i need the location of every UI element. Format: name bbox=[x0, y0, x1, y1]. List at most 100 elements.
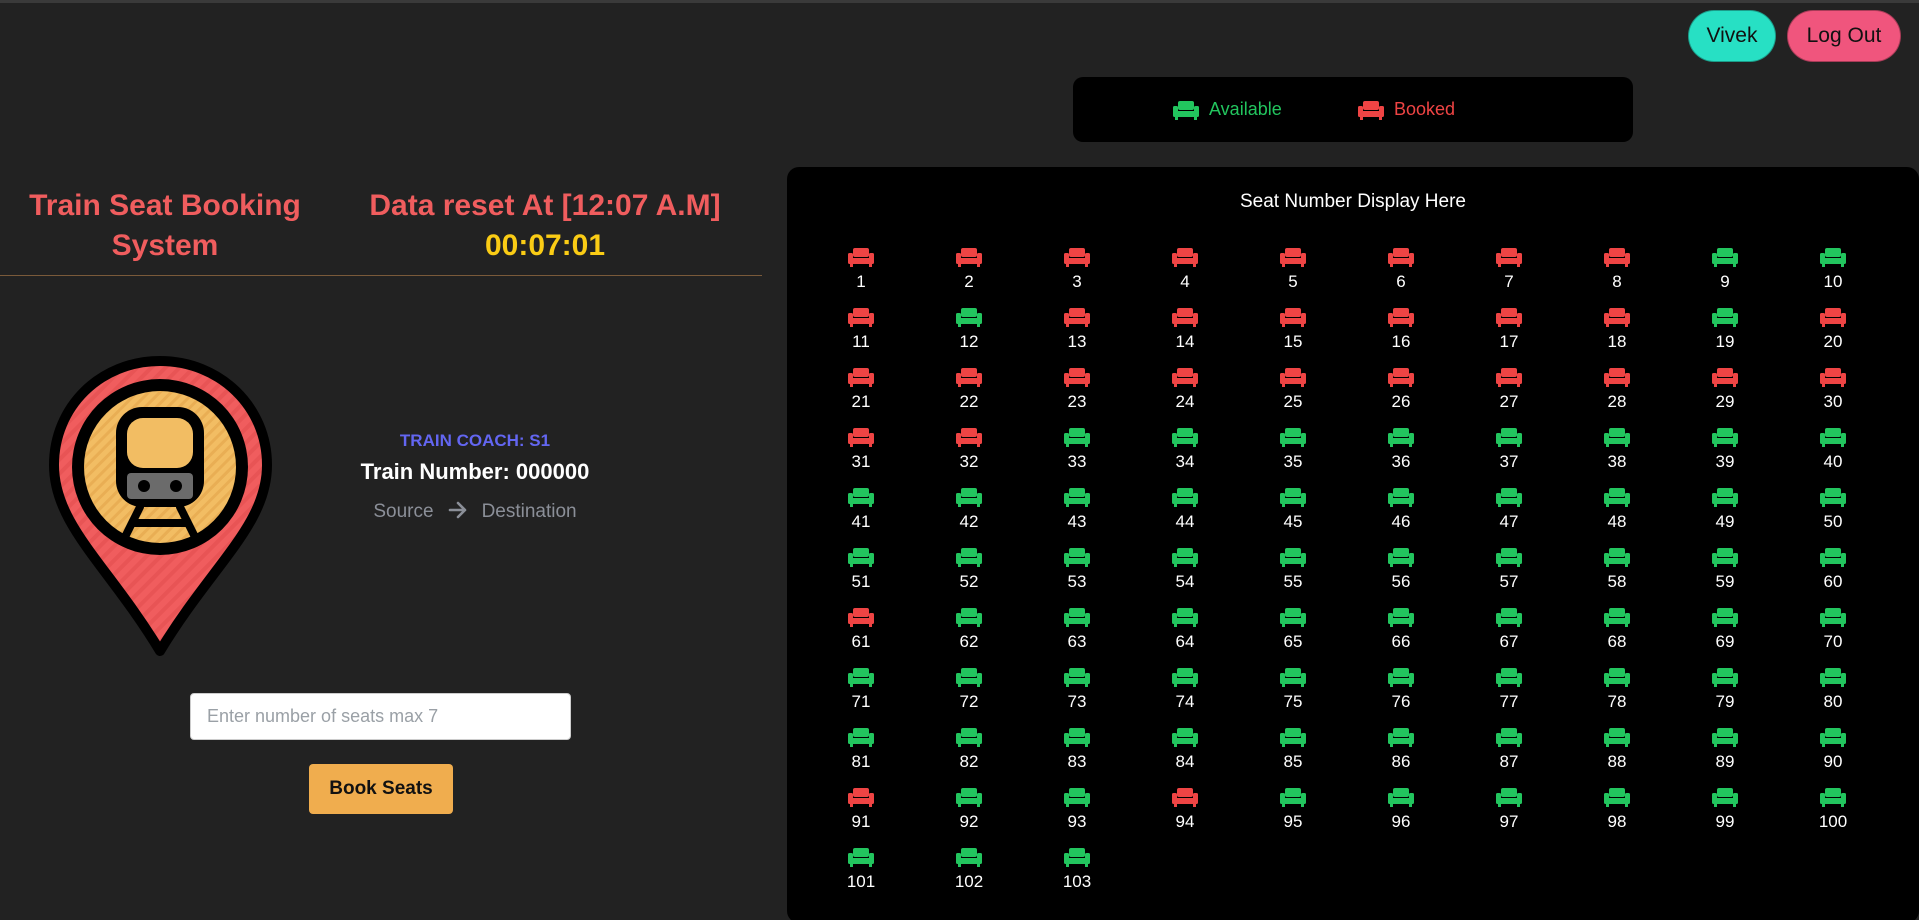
seat-90[interactable]: 90 bbox=[1779, 727, 1887, 787]
seat-21[interactable]: 21 bbox=[807, 367, 915, 427]
seat-2[interactable]: 2 bbox=[915, 247, 1023, 307]
seat-44[interactable]: 44 bbox=[1131, 487, 1239, 547]
seat-91[interactable]: 91 bbox=[807, 787, 915, 847]
seat-69[interactable]: 69 bbox=[1671, 607, 1779, 667]
seat-76[interactable]: 76 bbox=[1347, 667, 1455, 727]
seat-92[interactable]: 92 bbox=[915, 787, 1023, 847]
seat-70[interactable]: 70 bbox=[1779, 607, 1887, 667]
logout-button[interactable]: Log Out bbox=[1787, 10, 1901, 62]
seat-32[interactable]: 32 bbox=[915, 427, 1023, 487]
seat-13[interactable]: 13 bbox=[1023, 307, 1131, 367]
seat-101[interactable]: 101 bbox=[807, 847, 915, 907]
seat-85[interactable]: 85 bbox=[1239, 727, 1347, 787]
seat-52[interactable]: 52 bbox=[915, 547, 1023, 607]
seat-18[interactable]: 18 bbox=[1563, 307, 1671, 367]
seat-43[interactable]: 43 bbox=[1023, 487, 1131, 547]
seat-6[interactable]: 6 bbox=[1347, 247, 1455, 307]
seat-37[interactable]: 37 bbox=[1455, 427, 1563, 487]
seat-81[interactable]: 81 bbox=[807, 727, 915, 787]
seat-72[interactable]: 72 bbox=[915, 667, 1023, 727]
seat-14[interactable]: 14 bbox=[1131, 307, 1239, 367]
seat-40[interactable]: 40 bbox=[1779, 427, 1887, 487]
seat-98[interactable]: 98 bbox=[1563, 787, 1671, 847]
seat-15[interactable]: 15 bbox=[1239, 307, 1347, 367]
seat-65[interactable]: 65 bbox=[1239, 607, 1347, 667]
seat-24[interactable]: 24 bbox=[1131, 367, 1239, 427]
book-seats-button[interactable]: Book Seats bbox=[309, 764, 453, 814]
seat-63[interactable]: 63 bbox=[1023, 607, 1131, 667]
seat-54[interactable]: 54 bbox=[1131, 547, 1239, 607]
seat-48[interactable]: 48 bbox=[1563, 487, 1671, 547]
seat-25[interactable]: 25 bbox=[1239, 367, 1347, 427]
seat-51[interactable]: 51 bbox=[807, 547, 915, 607]
seat-count-input[interactable] bbox=[190, 693, 571, 740]
seat-49[interactable]: 49 bbox=[1671, 487, 1779, 547]
seat-33[interactable]: 33 bbox=[1023, 427, 1131, 487]
seat-50[interactable]: 50 bbox=[1779, 487, 1887, 547]
seat-66[interactable]: 66 bbox=[1347, 607, 1455, 667]
seat-45[interactable]: 45 bbox=[1239, 487, 1347, 547]
seat-79[interactable]: 79 bbox=[1671, 667, 1779, 727]
seat-11[interactable]: 11 bbox=[807, 307, 915, 367]
seat-75[interactable]: 75 bbox=[1239, 667, 1347, 727]
seat-23[interactable]: 23 bbox=[1023, 367, 1131, 427]
seat-39[interactable]: 39 bbox=[1671, 427, 1779, 487]
seat-58[interactable]: 58 bbox=[1563, 547, 1671, 607]
seat-17[interactable]: 17 bbox=[1455, 307, 1563, 367]
seat-103[interactable]: 103 bbox=[1023, 847, 1131, 907]
seat-30[interactable]: 30 bbox=[1779, 367, 1887, 427]
seat-4[interactable]: 4 bbox=[1131, 247, 1239, 307]
seat-59[interactable]: 59 bbox=[1671, 547, 1779, 607]
seat-99[interactable]: 99 bbox=[1671, 787, 1779, 847]
user-profile-button[interactable]: Vivek bbox=[1688, 10, 1776, 62]
seat-73[interactable]: 73 bbox=[1023, 667, 1131, 727]
seat-29[interactable]: 29 bbox=[1671, 367, 1779, 427]
seat-102[interactable]: 102 bbox=[915, 847, 1023, 907]
seat-64[interactable]: 64 bbox=[1131, 607, 1239, 667]
seat-57[interactable]: 57 bbox=[1455, 547, 1563, 607]
seat-10[interactable]: 10 bbox=[1779, 247, 1887, 307]
seat-82[interactable]: 82 bbox=[915, 727, 1023, 787]
seat-56[interactable]: 56 bbox=[1347, 547, 1455, 607]
seat-94[interactable]: 94 bbox=[1131, 787, 1239, 847]
seat-86[interactable]: 86 bbox=[1347, 727, 1455, 787]
seat-96[interactable]: 96 bbox=[1347, 787, 1455, 847]
seat-8[interactable]: 8 bbox=[1563, 247, 1671, 307]
seat-61[interactable]: 61 bbox=[807, 607, 915, 667]
seat-19[interactable]: 19 bbox=[1671, 307, 1779, 367]
seat-88[interactable]: 88 bbox=[1563, 727, 1671, 787]
seat-36[interactable]: 36 bbox=[1347, 427, 1455, 487]
seat-7[interactable]: 7 bbox=[1455, 247, 1563, 307]
seat-35[interactable]: 35 bbox=[1239, 427, 1347, 487]
seat-80[interactable]: 80 bbox=[1779, 667, 1887, 727]
seat-16[interactable]: 16 bbox=[1347, 307, 1455, 367]
seat-28[interactable]: 28 bbox=[1563, 367, 1671, 427]
seat-62[interactable]: 62 bbox=[915, 607, 1023, 667]
seat-5[interactable]: 5 bbox=[1239, 247, 1347, 307]
seat-97[interactable]: 97 bbox=[1455, 787, 1563, 847]
seat-55[interactable]: 55 bbox=[1239, 547, 1347, 607]
seat-74[interactable]: 74 bbox=[1131, 667, 1239, 727]
seat-67[interactable]: 67 bbox=[1455, 607, 1563, 667]
seat-1[interactable]: 1 bbox=[807, 247, 915, 307]
seat-46[interactable]: 46 bbox=[1347, 487, 1455, 547]
seat-38[interactable]: 38 bbox=[1563, 427, 1671, 487]
seat-26[interactable]: 26 bbox=[1347, 367, 1455, 427]
seat-60[interactable]: 60 bbox=[1779, 547, 1887, 607]
seat-9[interactable]: 9 bbox=[1671, 247, 1779, 307]
seat-42[interactable]: 42 bbox=[915, 487, 1023, 547]
seat-83[interactable]: 83 bbox=[1023, 727, 1131, 787]
seat-93[interactable]: 93 bbox=[1023, 787, 1131, 847]
seat-41[interactable]: 41 bbox=[807, 487, 915, 547]
seat-77[interactable]: 77 bbox=[1455, 667, 1563, 727]
seat-71[interactable]: 71 bbox=[807, 667, 915, 727]
seat-20[interactable]: 20 bbox=[1779, 307, 1887, 367]
seat-53[interactable]: 53 bbox=[1023, 547, 1131, 607]
seat-84[interactable]: 84 bbox=[1131, 727, 1239, 787]
seat-27[interactable]: 27 bbox=[1455, 367, 1563, 427]
seat-47[interactable]: 47 bbox=[1455, 487, 1563, 547]
seat-12[interactable]: 12 bbox=[915, 307, 1023, 367]
seat-22[interactable]: 22 bbox=[915, 367, 1023, 427]
seat-31[interactable]: 31 bbox=[807, 427, 915, 487]
seat-3[interactable]: 3 bbox=[1023, 247, 1131, 307]
